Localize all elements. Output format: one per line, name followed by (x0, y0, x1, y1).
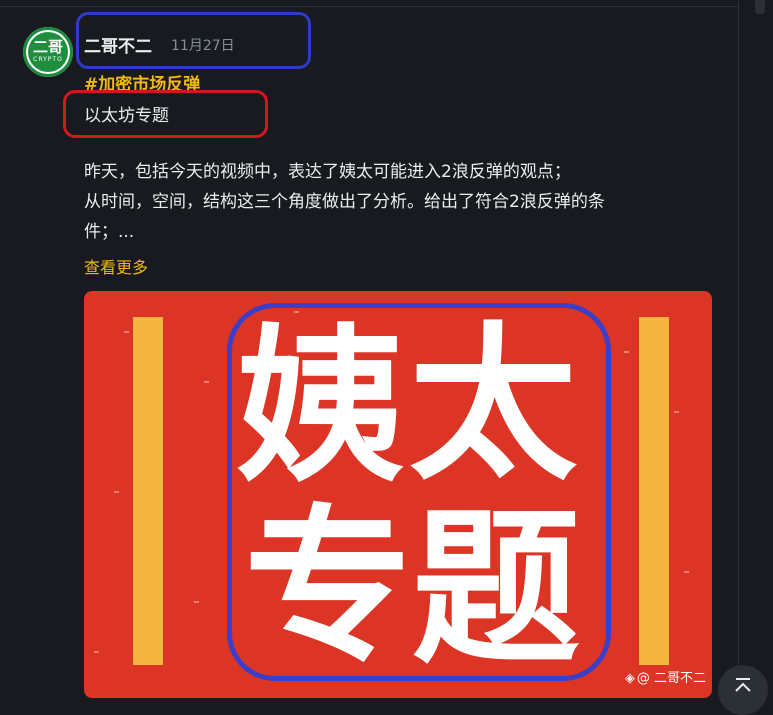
paper-speck (624, 351, 629, 353)
post-body-line: 从时间，空间，结构这三个角度做出了分析。给出了符合2浪反弹的条 (84, 192, 605, 212)
right-gold-bar (639, 317, 669, 665)
paper-speck (674, 411, 679, 413)
avatar[interactable]: 二哥 CRYPTO (23, 27, 73, 77)
paper-speck (124, 331, 129, 333)
binance-icon: ◈ (624, 671, 635, 686)
right-divider (738, 0, 739, 698)
scroll-to-top-button[interactable] (718, 665, 768, 715)
title-char: 太 (409, 305, 577, 503)
avatar-logo-subtext: CRYPTO (33, 56, 63, 63)
avatar-logo: 二哥 CRYPTO (28, 32, 68, 72)
post-image[interactable]: 姨 太 专 题 ◈ @ 二哥不二 (84, 291, 712, 698)
paper-speck (204, 381, 209, 383)
author-name[interactable]: 二哥不二 (84, 32, 152, 57)
scrollbar-thumb[interactable] (755, 0, 765, 14)
top-divider (0, 6, 738, 7)
left-gold-bar (133, 317, 163, 665)
paper-speck (684, 571, 689, 573)
image-watermark: ◈ @ 二哥不二 (625, 667, 706, 686)
avatar-logo-text: 二哥 (32, 38, 63, 56)
paper-speck (194, 601, 199, 603)
post-body: 昨天，包括今天的视频中，表达了姨太可能进入2浪反弹的观点； 从时间，空间，结构这… (84, 157, 709, 247)
post-body-line: 昨天，包括今天的视频中，表达了姨太可能进入2浪反弹的观点； (84, 162, 571, 182)
arrow-up-icon (735, 678, 751, 692)
post-topic: 以太坊专题 (84, 106, 169, 126)
post-body-line: 件；... (84, 222, 135, 242)
watermark-text: @ 二哥不二 (636, 671, 706, 686)
paper-speck (114, 491, 119, 493)
paper-speck (94, 651, 99, 653)
title-char: 题 (412, 489, 580, 687)
post-date: 11月27日 (171, 38, 235, 54)
title-char: 姨 (236, 307, 404, 505)
see-more-link[interactable]: 查看更多 (84, 254, 148, 278)
title-char: 专 (244, 487, 412, 685)
